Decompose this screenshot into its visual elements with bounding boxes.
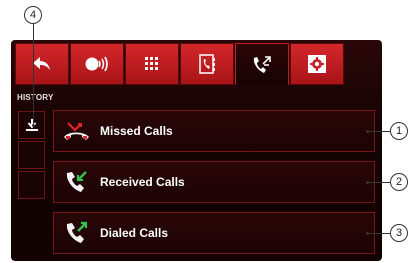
tab-settings[interactable] bbox=[290, 43, 344, 85]
callout-2: 2 bbox=[390, 173, 408, 191]
missed-calls-label: Missed Calls bbox=[100, 124, 173, 138]
callout-3: 3 bbox=[390, 224, 408, 242]
settings-gear-icon bbox=[308, 55, 326, 73]
missed-calls-row[interactable]: Missed Calls bbox=[53, 110, 375, 152]
tab-contacts[interactable] bbox=[180, 43, 234, 85]
side-button-3[interactable] bbox=[18, 171, 45, 199]
callout-1: 1 bbox=[390, 122, 408, 140]
callout-4: 4 bbox=[24, 6, 42, 24]
tab-back[interactable] bbox=[15, 43, 69, 85]
callout-2-line bbox=[368, 182, 390, 183]
phone-screen: HISTORY Missed Calls Received Calls Dial… bbox=[11, 40, 382, 261]
received-call-icon bbox=[60, 170, 94, 194]
dialed-calls-row[interactable]: Dialed Calls bbox=[53, 212, 375, 254]
section-label-history: HISTORY bbox=[17, 93, 54, 102]
received-calls-row[interactable]: Received Calls bbox=[53, 161, 375, 203]
tab-voice[interactable] bbox=[70, 43, 124, 85]
side-button-2[interactable] bbox=[18, 141, 45, 169]
received-calls-label: Received Calls bbox=[100, 175, 185, 189]
dialed-calls-label: Dialed Calls bbox=[100, 226, 169, 240]
missed-call-icon bbox=[60, 121, 94, 141]
phonebook-icon bbox=[199, 54, 215, 74]
callout-3-line bbox=[368, 233, 390, 234]
tab-keypad[interactable] bbox=[125, 43, 179, 85]
top-tab-bar bbox=[15, 43, 378, 85]
back-arrow-icon bbox=[33, 57, 50, 70]
call-history-icon bbox=[253, 55, 271, 73]
tab-call-history[interactable] bbox=[235, 43, 289, 85]
callout-4-dot bbox=[32, 124, 35, 127]
keypad-icon bbox=[145, 57, 158, 70]
voice-dial-icon bbox=[84, 56, 108, 72]
callout-4-line bbox=[33, 24, 34, 125]
dialed-call-icon bbox=[60, 221, 94, 245]
callout-1-line bbox=[368, 131, 390, 132]
